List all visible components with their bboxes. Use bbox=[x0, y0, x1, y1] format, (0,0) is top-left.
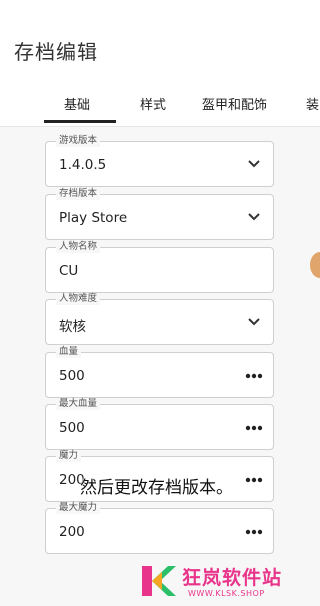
tab-armor-accessories[interactable]: 盔甲和配饰 bbox=[202, 94, 267, 113]
more-dots-icon[interactable] bbox=[245, 425, 263, 431]
field-value: 500 bbox=[59, 420, 85, 436]
site-watermark: 狂岚软件站 WWW.KLSK.SHOP bbox=[140, 562, 300, 602]
field-label: 存档版本 bbox=[56, 188, 101, 200]
field-label: 最大血量 bbox=[56, 398, 101, 410]
field-label: 人物难度 bbox=[56, 293, 101, 305]
tab-style[interactable]: 样式 bbox=[140, 94, 166, 113]
watermark-logo-icon bbox=[142, 566, 176, 596]
video-subtitle: 然后更改存档版本。 bbox=[80, 478, 233, 498]
health-input[interactable]: 血量 500 bbox=[45, 346, 274, 398]
field-value: 200 bbox=[59, 524, 85, 540]
field-label: 人物名称 bbox=[56, 241, 101, 253]
max-health-input[interactable]: 最大血量 500 bbox=[45, 398, 274, 450]
tab-equipment[interactable]: 装 bbox=[306, 94, 319, 113]
max-mana-input[interactable]: 最大魔力 200 bbox=[45, 502, 274, 554]
field-value: 软核 bbox=[59, 319, 86, 335]
watermark-name: 狂岚软件站 bbox=[182, 567, 283, 589]
difficulty-select[interactable]: 人物难度 软核 bbox=[45, 293, 274, 345]
field-label: 最大魔力 bbox=[56, 502, 101, 514]
field-value: 500 bbox=[59, 368, 85, 384]
field-label: 游戏版本 bbox=[56, 135, 101, 147]
field-label: 魔力 bbox=[56, 450, 82, 462]
game-version-select[interactable]: 游戏版本 1.4.0.5 bbox=[45, 135, 274, 187]
page-title: 存档编辑 bbox=[14, 40, 98, 64]
tab-basic[interactable]: 基础 bbox=[64, 94, 90, 113]
field-label: 血量 bbox=[56, 346, 82, 358]
field-value: Play Store bbox=[59, 210, 128, 226]
chevron-down-icon bbox=[248, 318, 260, 326]
app-screen: 存档编辑 基础 样式 盔甲和配饰 装 游戏版本 1.4.0.5 存档版本 Pla… bbox=[0, 0, 320, 606]
form-area: 游戏版本 1.4.0.5 存档版本 Play Store 人物名称 CU 人物难… bbox=[0, 126, 320, 606]
watermark-url: WWW.KLSK.SHOP bbox=[188, 589, 265, 598]
chevron-down-icon bbox=[248, 213, 260, 221]
more-dots-icon[interactable] bbox=[245, 477, 263, 483]
tab-active-indicator bbox=[44, 120, 116, 123]
save-version-select[interactable]: 存档版本 Play Store bbox=[45, 188, 274, 240]
character-name-input[interactable]: 人物名称 CU bbox=[45, 241, 274, 293]
tab-bar: 基础 样式 盔甲和配饰 装 bbox=[0, 88, 320, 124]
more-dots-icon[interactable] bbox=[245, 373, 263, 379]
field-value: CU bbox=[59, 263, 79, 279]
more-dots-icon[interactable] bbox=[245, 529, 263, 535]
chevron-down-icon bbox=[248, 160, 260, 168]
field-value: 1.4.0.5 bbox=[59, 157, 107, 173]
